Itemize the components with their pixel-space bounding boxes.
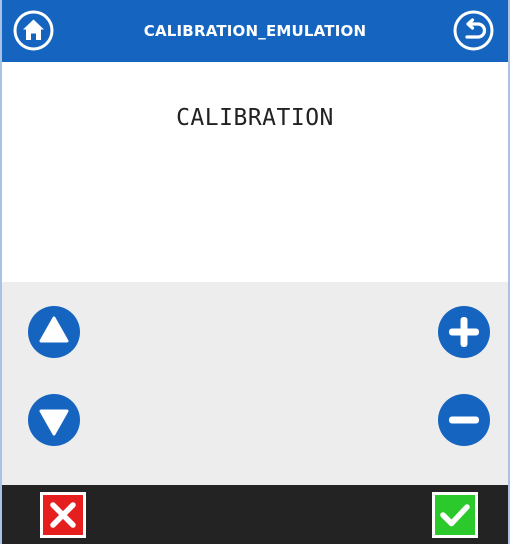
- decrease-button[interactable]: [437, 393, 491, 447]
- up-button[interactable]: [27, 305, 81, 359]
- triangle-up-icon: [28, 306, 80, 358]
- footer-bar: [2, 485, 508, 544]
- plus-icon: [438, 306, 490, 358]
- mode-label: CALIBRATION: [176, 105, 334, 131]
- controls-panel: [2, 282, 508, 485]
- cancel-button[interactable]: [40, 492, 86, 538]
- x-icon: [40, 492, 86, 538]
- down-button[interactable]: [27, 393, 81, 447]
- confirm-button[interactable]: [432, 492, 478, 538]
- check-icon: [432, 492, 478, 538]
- page-title: CALIBRATION_EMULATION: [143, 22, 367, 40]
- content-area: CALIBRATION: [2, 62, 508, 282]
- header-bar: CALIBRATION_EMULATION: [2, 0, 508, 62]
- triangle-down-icon: [28, 394, 80, 446]
- back-button[interactable]: [453, 10, 494, 51]
- increase-button[interactable]: [437, 305, 491, 359]
- calibration-screen: CALIBRATION_EMULATION CALIBRATION: [0, 0, 510, 544]
- minus-icon: [438, 394, 490, 446]
- back-icon: [453, 10, 494, 51]
